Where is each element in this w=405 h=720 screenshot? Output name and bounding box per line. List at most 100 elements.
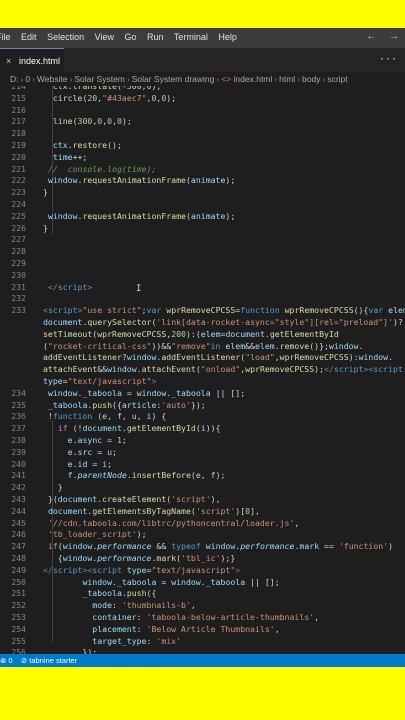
- line-number: 238: [11, 435, 26, 445]
- code-text: ctx.translate(-300,0);: [52, 86, 162, 91]
- code-line: 254 placement: 'Below Article Thumbnails…: [0, 624, 405, 636]
- code-text: e.id = i;: [67, 458, 113, 469]
- breadcrumb-separator: ›: [126, 74, 130, 84]
- menu-run[interactable]: Run: [147, 32, 164, 42]
- code-line: 223}: [0, 187, 405, 199]
- code-line: 236 !function (e, f, u, i) {: [0, 411, 405, 423]
- code-line: 217 line(300,0,0,0);: [0, 116, 405, 128]
- code-line: 232: [0, 293, 405, 305]
- code-text: type="text/javascript">: [43, 376, 157, 386]
- line-number: 222: [11, 175, 26, 186]
- code-line: 231 </script>: [0, 282, 405, 294]
- line-number: 216: [11, 104, 26, 115]
- line-number: 233: [11, 305, 26, 316]
- code-line: 255 target_type: 'mix': [0, 636, 405, 648]
- code-text: if (!document.getElementById(i)){: [57, 423, 221, 434]
- code-text: window._taboola = window._taboola || [];: [82, 576, 280, 587]
- menu-view[interactable]: View: [95, 32, 114, 42]
- menu-file[interactable]: File: [0, 32, 11, 42]
- line-number: 220: [11, 151, 26, 162]
- breadcrumb-segment[interactable]: index.html: [234, 74, 273, 84]
- code-text: _taboola.push({: [82, 588, 157, 599]
- code-line: 225 window.requestAnimationFrame(animate…: [0, 211, 405, 223]
- breadcrumb-segment[interactable]: Website: [37, 74, 68, 84]
- code-line: 250 window._taboola = window._taboola ||…: [0, 577, 405, 589]
- code-line: addEventListener?window.addEventListener…: [0, 352, 405, 364]
- editor-window: File Edit Selection View Go Run Terminal…: [0, 28, 405, 667]
- code-line: 215 circle(20,"#43aec7",0,0);: [0, 93, 405, 105]
- line-number: 253: [11, 612, 26, 622]
- breadcrumb-separator: ›: [69, 74, 73, 84]
- line-number: 234: [11, 387, 26, 398]
- code-text: circle(20,"#43aec7",0,0);: [52, 92, 177, 103]
- back-arrow-icon[interactable]: ←: [366, 31, 376, 42]
- breadcrumb-segment[interactable]: Solar System: [74, 74, 125, 84]
- code-line: 244 document.getElementsByTagName('scrip…: [0, 506, 405, 518]
- line-number: 231: [11, 281, 26, 292]
- menu-edit[interactable]: Edit: [21, 32, 37, 42]
- line-number: 226: [11, 222, 26, 233]
- breadcrumb-separator: ›: [274, 74, 278, 84]
- code-line: 221 // console.log(time);: [0, 164, 405, 176]
- code-text: </script><script type="text/javascript">: [43, 564, 241, 575]
- code-text: _taboola.push({article:'auto'});: [47, 399, 206, 410]
- line-number: 236: [11, 411, 26, 422]
- code-text: if(window.performance && typeof window.p…: [47, 541, 394, 552]
- forward-arrow-icon[interactable]: →: [389, 31, 399, 42]
- code-line: 237 if (!document.getElementById(i)){: [0, 423, 405, 435]
- line-number: 221: [11, 163, 26, 174]
- breadcrumb-segment[interactable]: html: [279, 74, 295, 84]
- more-actions-icon[interactable]: ···: [379, 54, 397, 65]
- code-text: setTimeout(wprRemoveCPCSS,200):(elem=doc…: [43, 328, 339, 339]
- code-text: window.requestAnimationFrame(animate);: [47, 210, 236, 221]
- code-text: addEventListener?window.addEventListener…: [43, 352, 394, 363]
- status-bar: ⊗ 0 ⊘ tabnine starter: [0, 654, 405, 667]
- breadcrumb-segment[interactable]: Solar System drawing: [132, 74, 215, 84]
- tab-index-html[interactable]: × index.html: [0, 48, 64, 72]
- breadcrumb-segment[interactable]: D:: [10, 74, 19, 84]
- code-text: ctx.restore();: [52, 140, 122, 150]
- line-number: 228: [11, 246, 26, 257]
- line-number: 254: [11, 623, 26, 634]
- tabnine-status[interactable]: ⊘ tabnine starter: [21, 656, 77, 665]
- problems-indicator[interactable]: ⊗ 0: [0, 656, 13, 665]
- code-text: container: 'taboola-below-article-thumbn…: [92, 612, 320, 622]
- breadcrumb-separator: ›: [20, 74, 24, 84]
- code-line: 253 container: 'taboola-below-article-th…: [0, 612, 405, 624]
- code-editor[interactable]: I 214 ctx.translate(-300,0); 215 circle(2…: [0, 86, 405, 654]
- breadcrumb-segment[interactable]: script: [327, 74, 347, 84]
- tab-label: index.html: [19, 56, 61, 66]
- code-text: window.requestAnimationFrame(animate);: [47, 175, 236, 186]
- menu-terminal[interactable]: Terminal: [174, 32, 208, 42]
- breadcrumb-segment[interactable]: 0: [25, 74, 30, 84]
- line-number: 244: [11, 505, 26, 516]
- code-line: 230: [0, 270, 405, 282]
- code-text: line(300,0,0,0);: [52, 116, 132, 127]
- line-number: 243: [11, 494, 26, 504]
- history-nav: ← →: [356, 31, 399, 42]
- menu-selection[interactable]: Selection: [47, 32, 84, 42]
- breadcrumb: D: › 0 › Website › Solar System › Solar System d…: [0, 72, 405, 86]
- line-number: 247: [11, 541, 26, 552]
- line-number: 219: [11, 140, 26, 150]
- menu-help[interactable]: Help: [218, 32, 237, 42]
- line-number: 241: [11, 470, 26, 481]
- line-number: 251: [11, 588, 26, 599]
- code-line: setTimeout(wprRemoveCPCSS,200):(elem=doc…: [0, 329, 405, 341]
- code-text: });: [43, 647, 98, 654]
- line-number: 224: [11, 199, 26, 209]
- code-line: 249 </script><script type="text/javascrip…: [0, 565, 405, 577]
- breadcrumb-separator: ›: [32, 74, 35, 84]
- code-line: type="text/javascript">: [0, 376, 405, 388]
- code-text: }: [43, 187, 48, 198]
- code-line: ("rocket-critical-css"))&&"remove"in ele…: [0, 341, 405, 353]
- code-line: 219 ctx.restore();: [0, 140, 405, 152]
- code-text: // console.log(time);: [47, 163, 157, 174]
- code-text: }(document.createElement('script'),: [43, 494, 221, 504]
- code-text: {window.performance.mark('tbl_ic');}: [43, 553, 236, 563]
- close-icon[interactable]: ×: [6, 56, 11, 66]
- menu-go[interactable]: Go: [124, 32, 136, 42]
- line-number: 237: [11, 423, 26, 434]
- breadcrumb-segment[interactable]: body: [302, 74, 320, 84]
- code-line: 222 window.requestAnimationFrame(animate…: [0, 175, 405, 187]
